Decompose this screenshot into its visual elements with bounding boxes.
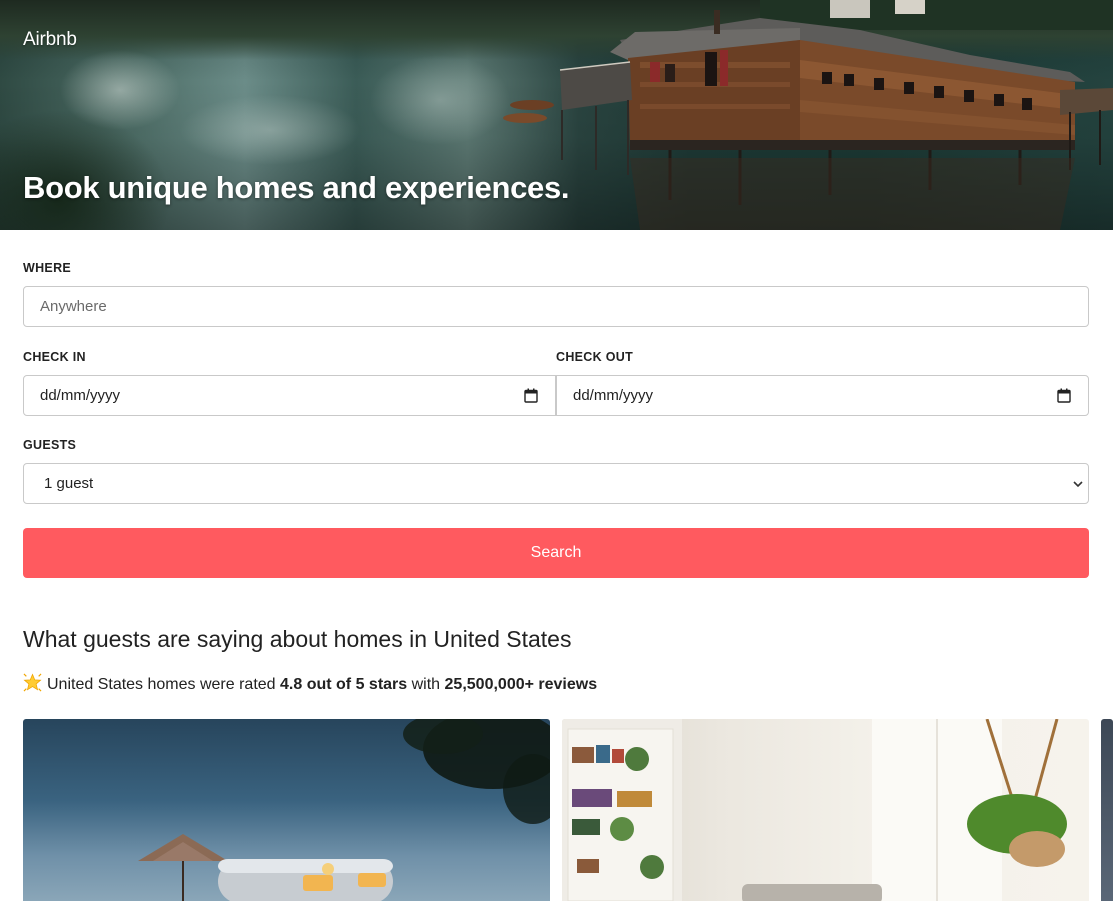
check-out-placeholder: dd/mm/yyyy (573, 387, 654, 404)
listing-card-living-room[interactable] (562, 719, 1089, 901)
listing-card-partial[interactable] (1101, 719, 1113, 901)
reviews-heading: What guests are saying about homes in Un… (23, 626, 572, 652)
rating-prefix: United States homes were rated (47, 676, 276, 693)
rating-summary: United States homes were rated 4.8 out o… (23, 673, 597, 694)
airstream-photo (138, 719, 550, 901)
review-count: 25,500,000+ reviews (444, 676, 598, 693)
boathouse-illustration (503, 0, 1113, 230)
guests-select[interactable]: 1 guest (23, 463, 1089, 504)
living-room-photo (562, 719, 1067, 901)
calendar-icon[interactable] (1057, 388, 1071, 403)
where-input[interactable]: Anywhere (23, 286, 1089, 327)
hero-headline: Book unique homes and experiences. (23, 170, 570, 205)
check-in-placeholder: dd/mm/yyyy (40, 387, 121, 404)
guests-selected-value: 1 guest (44, 475, 94, 492)
glowing-star-icon (23, 673, 42, 692)
where-label: WHERE (23, 261, 72, 275)
where-placeholder: Anywhere (40, 298, 107, 315)
listing-card-airstream[interactable] (23, 719, 550, 901)
check-out-label: CHECK OUT (556, 350, 634, 364)
chevron-down-icon (1073, 481, 1083, 488)
check-out-input[interactable]: dd/mm/yyyy (556, 375, 1089, 416)
brand-logo-text[interactable]: Airbnb (23, 29, 77, 51)
rating-connector: with (411, 676, 441, 693)
guests-label: GUESTS (23, 438, 77, 452)
check-in-label: CHECK IN (23, 350, 86, 364)
rating-value: 4.8 out of 5 stars (280, 676, 408, 693)
hero-pine-tree (0, 90, 200, 230)
calendar-icon[interactable] (524, 388, 538, 403)
search-button[interactable]: Search (23, 528, 1089, 578)
hero-banner: Airbnb Book unique homes and experiences… (0, 0, 1113, 230)
check-in-input[interactable]: dd/mm/yyyy (23, 375, 556, 416)
